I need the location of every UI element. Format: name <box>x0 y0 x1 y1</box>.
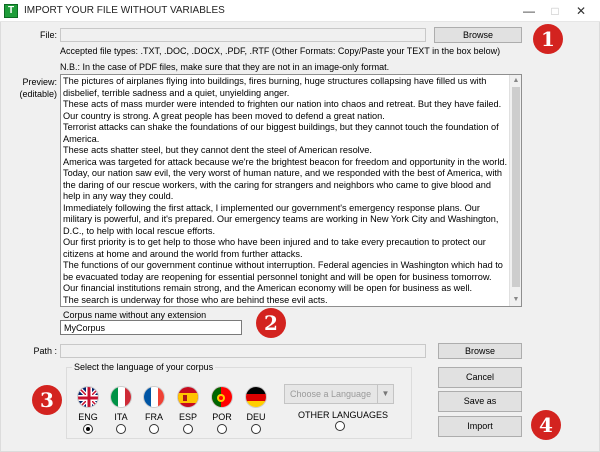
cancel-button[interactable]: Cancel <box>438 367 522 388</box>
preview-line: The search is underway for those who are… <box>63 294 328 305</box>
preview-line: The pictures of airplanes flying into bu… <box>63 76 487 98</box>
preview-line: America was targeted for attack because … <box>63 156 508 167</box>
preview-editable-label: (editable) <box>19 89 57 99</box>
file-browse-button[interactable]: Browse <box>434 27 522 43</box>
radio-fra[interactable] <box>149 424 159 434</box>
corpus-name-input[interactable]: MyCorpus <box>60 320 242 335</box>
save-as-button[interactable]: Save as <box>438 391 522 412</box>
radio-other-language[interactable] <box>335 421 345 431</box>
preview-line: These acts of mass murder were intended … <box>63 99 502 121</box>
lang-code-eng: ENG <box>78 412 98 422</box>
path-browse-label: Browse <box>464 346 495 356</box>
annotation-badge-4: 4 <box>531 410 561 440</box>
radio-esp[interactable] <box>183 424 193 434</box>
title-bar: T IMPORT YOUR FILE WITHOUT VARIABLES — □… <box>0 0 600 22</box>
scroll-up-icon[interactable]: ▲ <box>511 76 521 86</box>
import-label: Import <box>467 421 493 431</box>
preview-label: Preview: <box>22 77 57 87</box>
lang-code-ita: ITA <box>114 412 128 422</box>
annotation-badge-2: 2 <box>256 308 286 338</box>
preview-line: Our financial institutions remain strong… <box>63 283 473 293</box>
file-browse-label: Browse <box>462 30 493 40</box>
radio-eng[interactable] <box>83 424 93 434</box>
spain-flag-icon[interactable] <box>177 386 199 408</box>
import-button[interactable]: Import <box>438 416 522 437</box>
path-browse-button[interactable]: Browse <box>438 343 522 359</box>
preview-line: I've directed the full resources for our… <box>63 306 509 307</box>
lang-code-deu: DEU <box>246 412 266 422</box>
lang-code-por: POR <box>212 412 232 422</box>
window-title: IMPORT YOUR FILE WITHOUT VARIABLES <box>24 5 225 16</box>
file-path-field[interactable] <box>60 28 426 42</box>
language-group-title: Select the language of your corpus <box>72 362 216 372</box>
pdf-note-text: N.B.: In the case of PDF files, make sur… <box>60 62 390 72</box>
path-label: Path : <box>33 346 57 356</box>
other-language-placeholder: Choose a Language <box>290 389 372 399</box>
file-label: File: <box>39 30 57 40</box>
preview-line: Our first priority is to get help to tho… <box>63 237 486 259</box>
preview-content: The pictures of airplanes flying into bu… <box>63 76 509 307</box>
preview-line: Immediately following the first attack, … <box>63 202 499 236</box>
preview-scrollbar[interactable]: ▲ ▼ <box>509 75 521 306</box>
other-languages-label: OTHER LANGUAGES <box>298 410 389 420</box>
scroll-down-icon[interactable]: ▼ <box>511 295 521 305</box>
radio-deu[interactable] <box>251 424 261 434</box>
other-language-select[interactable]: Choose a Language ▼ <box>284 384 394 404</box>
france-flag-icon[interactable] <box>143 386 165 408</box>
preview-line: Terrorist attacks can shake the foundati… <box>63 122 499 144</box>
lang-code-esp: ESP <box>178 412 197 422</box>
path-field[interactable] <box>60 344 426 358</box>
radio-ita[interactable] <box>116 424 126 434</box>
accepted-types-text: Accepted file types: .TXT, .DOC, .DOCX, … <box>60 46 501 56</box>
preview-line: These acts shatter steel, but they canno… <box>63 145 372 155</box>
lang-code-fra: FRA <box>145 412 163 422</box>
cancel-label: Cancel <box>465 372 494 382</box>
radio-por[interactable] <box>217 424 227 434</box>
save-as-label: Save as <box>463 396 497 406</box>
annotation-badge-1: 1 <box>533 24 563 54</box>
chevron-down-icon[interactable]: ▼ <box>377 385 393 403</box>
portugal-flag-icon[interactable] <box>211 386 233 408</box>
close-button[interactable]: ✕ <box>566 0 596 22</box>
preview-line: Today, our nation saw evil, the very wor… <box>63 168 503 201</box>
app-icon: T <box>4 4 18 18</box>
corpus-name-label: Corpus name without any extension <box>63 310 207 320</box>
germany-flag-icon[interactable] <box>245 386 267 408</box>
preview-line: The functions of our government continue… <box>63 260 503 282</box>
preview-textarea[interactable]: The pictures of airplanes flying into bu… <box>60 74 522 307</box>
uk-flag-icon[interactable] <box>77 386 99 408</box>
annotation-badge-3: 3 <box>32 385 62 415</box>
scroll-thumb[interactable] <box>512 87 520 287</box>
italy-flag-icon[interactable] <box>110 386 132 408</box>
